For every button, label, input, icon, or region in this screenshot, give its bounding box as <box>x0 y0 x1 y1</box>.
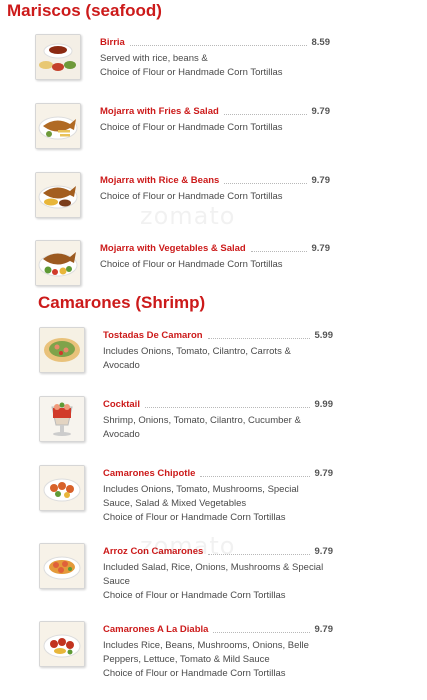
leader-dots <box>144 406 310 408</box>
item-description: Includes Onions, Tomato, Mushrooms, Spec… <box>103 484 299 523</box>
section-title-mariscos: Mariscos (seafood) <box>7 1 162 20</box>
leader-dots <box>223 113 307 115</box>
item-name: Mojarra with Vegetables & Salad <box>100 243 246 254</box>
leader-dots <box>213 631 310 633</box>
tostadas-photo <box>39 327 85 373</box>
item-price: 9.79 <box>314 546 334 557</box>
item-price: 9.79 <box>311 106 331 117</box>
item-price: 9.79 <box>311 243 331 254</box>
fried-fish-fries-photo <box>35 103 81 149</box>
leader-dots <box>224 182 307 184</box>
item-description: Choice of Flour or Handmade Corn Tortill… <box>100 122 283 133</box>
leader-dots <box>207 337 310 339</box>
item-description: Includes Rice, Beans, Mushrooms, Onions,… <box>103 640 309 679</box>
watermark: zomato <box>140 202 236 230</box>
item-description: Served with rice, beans & Choice of Flou… <box>100 53 283 78</box>
item-price: 9.79 <box>311 175 331 186</box>
item-name: Mojarra with Fries & Salad <box>100 106 219 117</box>
fried-fish-vegetables-photo <box>35 240 81 286</box>
item-price: 9.79 <box>314 468 334 479</box>
leader-dots <box>129 44 307 46</box>
shrimp-rice-photo <box>39 543 85 589</box>
item-description: Choice of Flour or Handmade Corn Tortill… <box>100 259 283 270</box>
shrimp-diabla-photo <box>39 621 85 667</box>
item-price: 9.99 <box>314 399 334 410</box>
watermark: zomato <box>140 532 236 560</box>
fried-fish-rice-photo <box>35 172 81 218</box>
item-description: Included Salad, Rice, Onions, Mushrooms … <box>103 562 324 601</box>
section-title-camarones: Camarones (Shrimp) <box>38 293 206 312</box>
shrimp-chipotle-photo <box>39 465 85 511</box>
item-description: Shrimp, Onions, Tomato, Cilantro, Cucumb… <box>103 415 301 440</box>
item-name: Mojarra with Rice & Beans <box>100 175 220 186</box>
item-price: 9.79 <box>314 624 334 635</box>
item-name: Tostadas De Camaron <box>103 330 203 341</box>
item-name: Camarones A La Diabla <box>103 624 209 635</box>
item-name: Cocktail <box>103 399 140 410</box>
birria-plate-photo <box>35 34 81 80</box>
shrimp-cocktail-photo <box>39 396 85 442</box>
leader-dots <box>200 475 310 477</box>
leader-dots <box>250 250 307 252</box>
item-name: Birria <box>100 37 125 48</box>
item-name: Camarones Chipotle <box>103 468 196 479</box>
item-price: 5.99 <box>314 330 334 341</box>
item-price: 8.59 <box>311 37 331 48</box>
item-description: Includes Onions, Tomato, Cilantro, Carro… <box>103 346 291 371</box>
